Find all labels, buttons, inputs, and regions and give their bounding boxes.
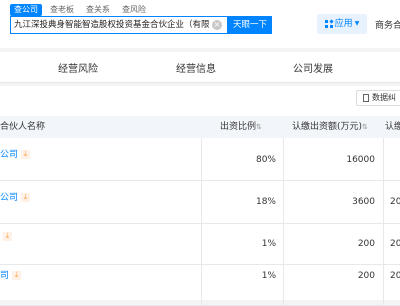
tab-company[interactable]: 查公司 [10, 4, 42, 16]
org-chart-icon: ᛦ [21, 150, 31, 159]
divider [383, 265, 384, 305]
partner-name-link[interactable]: 公司 ᛦ [0, 190, 31, 203]
divider [283, 138, 284, 180]
sort-icon[interactable]: ⇅ [362, 123, 368, 131]
app-menu-button[interactable]: 应用 ▼ [317, 14, 367, 34]
org-chart-icon: ᛦ [21, 193, 31, 202]
top-bar: 查公司 查老板 查关系 查风险 九江深投典身智能智造股权投资基金合伙企业（有限合… [0, 0, 400, 48]
column-partner-name: 合伙人名称 [0, 122, 46, 132]
column-subscribed: 认缴 [385, 122, 400, 132]
org-chart-icon: ᛦ [3, 232, 12, 241]
nav-item-development[interactable]: 公司发展 [293, 60, 333, 75]
document-icon [363, 94, 369, 102]
divider [201, 224, 202, 264]
data-correction-label: 数据纠 [372, 93, 396, 102]
clear-icon[interactable]: × [212, 20, 222, 30]
ratio-value: 18% [255, 197, 276, 207]
divider [201, 138, 202, 180]
partner-name-link[interactable]: ᛦ [0, 232, 12, 242]
nav-item-operation[interactable]: 经营信息 [176, 60, 216, 75]
column-amount[interactable]: 认缴出资额(万元)⇅ [292, 116, 368, 138]
sort-icon[interactable]: ⇅ [256, 123, 262, 131]
org-chart-icon: ᛦ [12, 271, 22, 280]
divider [383, 224, 384, 264]
business-link[interactable]: 商务合 [375, 18, 400, 31]
divider [283, 224, 284, 264]
app-menu-label: 应用 [334, 19, 353, 29]
table-row: ᛦ 1% 200 20 [0, 224, 400, 265]
ratio-value: 1% [261, 271, 276, 281]
chevron-down-icon: ▼ [354, 20, 360, 27]
nav-item-risk[interactable]: 经营风险 [58, 60, 98, 75]
ratio-value: 1% [261, 239, 276, 249]
table-row: 公司 ᛦ 80% 16000 [0, 138, 400, 181]
amount-value: 16000 [346, 155, 375, 165]
search-tabs: 查公司 查老板 查关系 查风险 [10, 4, 150, 16]
divider [201, 265, 202, 305]
table-row: 公司 ᛦ 18% 3600 20 [0, 181, 400, 224]
partners-panel: 数据纠 合伙人名称 出资比例⇅ 认缴出资额(万元)⇅ 认缴 公司 ᛦ 80% 16… [0, 86, 400, 306]
tab-relation[interactable]: 查关系 [82, 4, 114, 16]
divider [283, 181, 284, 223]
column-ratio[interactable]: 出资比例⇅ [220, 116, 262, 138]
section-nav: 经营风险 经营信息 公司发展 [0, 52, 400, 83]
search-button[interactable]: 天眼一下 [228, 16, 272, 34]
search-box[interactable]: 九江深投典身智能智造股权投资基金合伙企业（有限合 × [10, 16, 228, 34]
data-correction-button[interactable]: 数据纠 [356, 90, 400, 106]
divider [383, 181, 384, 223]
ratio-value: 80% [255, 155, 276, 165]
tab-risk[interactable]: 查风险 [118, 4, 150, 16]
divider [383, 138, 384, 180]
amount-value: 200 [357, 239, 375, 249]
grid-icon [324, 19, 334, 28]
partner-name-link[interactable]: 司ᛦ [0, 268, 22, 281]
subscribed-value: 20 [390, 197, 400, 207]
table-header: 合伙人名称 出资比例⇅ 认缴出资额(万元)⇅ 认缴 [0, 116, 400, 138]
subscribed-value: 20 [390, 271, 400, 281]
amount-value: 200 [357, 271, 375, 281]
partner-name-link[interactable]: 公司 ᛦ [0, 147, 31, 160]
amount-value: 3600 [352, 197, 375, 207]
tab-boss[interactable]: 查老板 [46, 4, 78, 16]
search-input[interactable]: 九江深投典身智能智造股权投资基金合伙企业（有限合 [11, 17, 210, 33]
divider [283, 265, 284, 305]
subscribed-value: 20 [390, 239, 400, 249]
divider [201, 181, 202, 223]
